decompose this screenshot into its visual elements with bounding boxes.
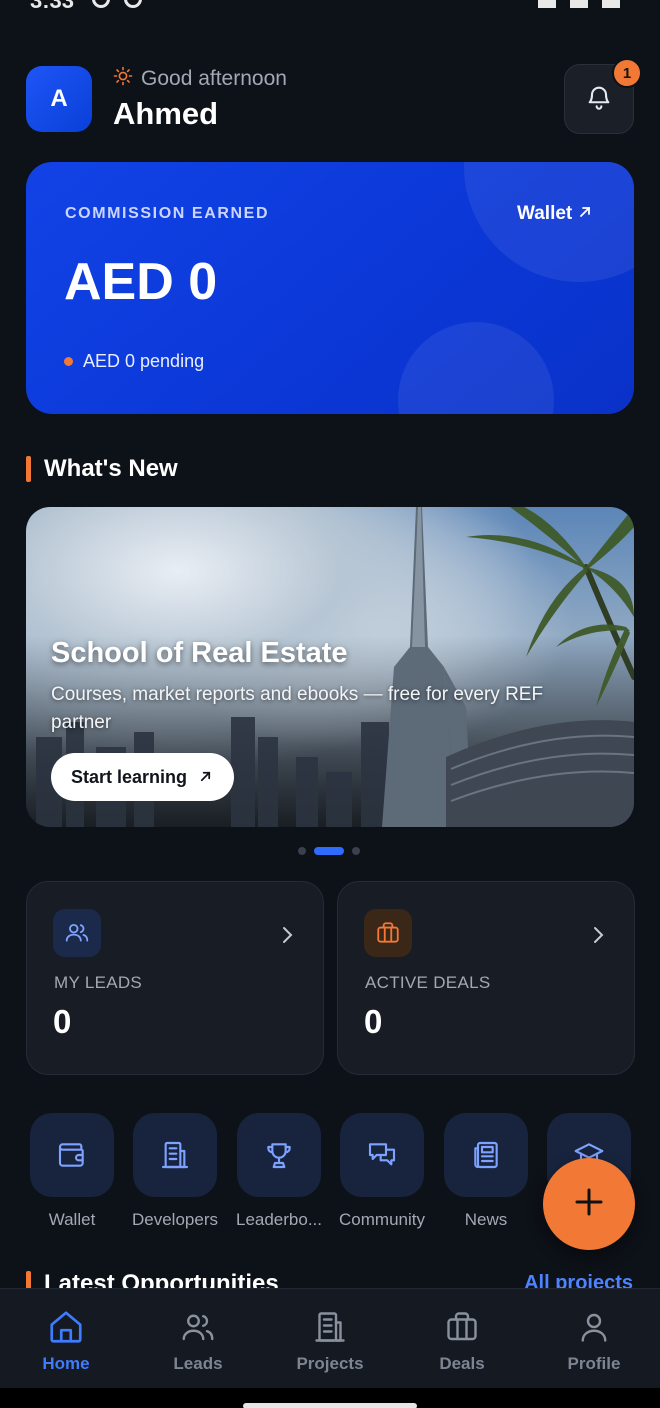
home-icon <box>44 1305 88 1349</box>
section-title-text: What's New <box>44 455 178 482</box>
commission-amount: AED 0 <box>64 253 218 311</box>
quick-action-wallet[interactable]: Wallet <box>30 1113 114 1229</box>
bell-icon <box>585 83 613 116</box>
nav-projects[interactable]: Projects <box>264 1289 396 1389</box>
sun-icon <box>113 66 133 92</box>
carousel-dot[interactable] <box>352 847 360 855</box>
carousel-dot-active[interactable] <box>314 847 344 855</box>
quick-action-label: News <box>464 1210 508 1229</box>
nav-label: Projects <box>296 1354 364 1373</box>
pending-text: AED 0 pending <box>83 351 205 371</box>
section-accent-bar <box>26 456 31 482</box>
users-icon <box>53 909 101 957</box>
carousel-pagination <box>298 847 360 855</box>
wallet-icon <box>30 1113 114 1197</box>
nav-home[interactable]: Home <box>0 1289 132 1389</box>
wallet-link[interactable]: Wallet <box>517 203 592 225</box>
nav-label: Profile <box>567 1354 621 1373</box>
battery-status-icon <box>602 0 620 8</box>
sync-status-icon <box>124 0 142 8</box>
active-deals-label: ACTIVE DEALS <box>365 973 491 992</box>
nav-leads[interactable]: Leads <box>132 1289 264 1389</box>
users-icon <box>176 1305 220 1349</box>
my-leads-value: 0 <box>53 1003 72 1040</box>
briefcase-icon <box>364 909 412 957</box>
quick-action-news[interactable]: News <box>444 1113 528 1229</box>
greeting-text: Good afternoon <box>141 67 287 90</box>
commission-label: COMMISSION EARNED <box>65 205 270 222</box>
nav-label: Home <box>42 1354 90 1373</box>
location-status-icon <box>92 0 110 8</box>
quick-action-leaderboard[interactable]: Leaderbo... <box>236 1113 322 1229</box>
nav-label: Deals <box>439 1354 485 1373</box>
quick-action-developers[interactable]: Developers <box>132 1113 218 1229</box>
avatar[interactable]: A <box>26 66 92 132</box>
pending-dot <box>64 357 73 366</box>
signal-status-icon <box>570 0 588 8</box>
notification-badge: 1 <box>612 58 642 88</box>
arrow-up-right-icon <box>578 203 592 225</box>
trophy-icon <box>237 1113 321 1197</box>
section-title-whats-new: What's New <box>26 455 178 483</box>
newspaper-icon <box>444 1113 528 1197</box>
building-icon <box>308 1305 352 1349</box>
commission-card: COMMISSION EARNED Wallet AED 0 AED 0 pen… <box>26 162 634 414</box>
chevron-right-icon <box>592 926 604 949</box>
wallet-link-label: Wallet <box>517 203 573 224</box>
quick-action-community[interactable]: Community <box>339 1113 425 1229</box>
plus-icon <box>574 1187 604 1222</box>
briefcase-icon <box>440 1305 484 1349</box>
start-learning-button[interactable]: Start learning <box>51 753 235 801</box>
banner-description: Courses, market reports and ebooks — fre… <box>51 684 544 733</box>
banner-title: School of Real Estate <box>51 637 348 669</box>
bottom-navigation: Home Leads Projects Deals Profile <box>0 1288 660 1388</box>
active-deals-value: 0 <box>364 1003 383 1040</box>
nav-deals[interactable]: Deals <box>396 1289 528 1389</box>
pending-amount: AED 0 pending <box>64 351 204 372</box>
carousel-dot[interactable] <box>298 847 306 855</box>
status-time: 3:33 <box>30 0 75 13</box>
decorative-circle <box>398 322 554 414</box>
user-name: Ahmed <box>113 96 219 131</box>
start-learning-label: Start learning <box>71 766 188 787</box>
chevron-right-icon <box>281 926 293 949</box>
my-leads-card[interactable]: MY LEADS 0 <box>26 881 324 1075</box>
status-bar: 3:33 <box>0 0 660 14</box>
nav-profile[interactable]: Profile <box>528 1289 660 1389</box>
chat-icon <box>340 1113 424 1197</box>
my-leads-label: MY LEADS <box>54 973 143 992</box>
user-icon <box>572 1305 616 1349</box>
nav-label: Leads <box>173 1354 223 1373</box>
promo-banner[interactable]: School of Real Estate Courses, market re… <box>26 507 634 827</box>
home-indicator[interactable] <box>243 1403 417 1408</box>
active-deals-card[interactable]: ACTIVE DEALS 0 <box>337 881 635 1075</box>
wifi-status-icon <box>538 0 556 8</box>
building-icon <box>133 1113 217 1197</box>
arrow-up-right-icon <box>199 767 212 788</box>
add-button[interactable] <box>543 1158 635 1250</box>
greeting: Good afternoon <box>113 66 287 92</box>
